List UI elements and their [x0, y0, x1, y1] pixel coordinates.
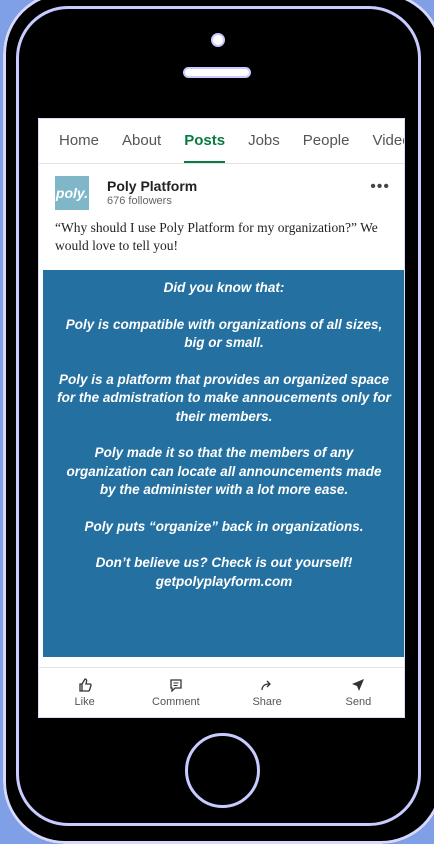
send-icon	[351, 678, 365, 694]
tab-video[interactable]: Video	[372, 119, 404, 163]
tab-jobs[interactable]: Jobs	[248, 119, 280, 163]
tab-home[interactable]: Home	[59, 119, 99, 163]
tab-about[interactable]: About	[122, 119, 161, 163]
organization-name[interactable]: Poly Platform	[107, 178, 197, 194]
post-caption: “Why should I use Poly Platform for my o…	[55, 220, 378, 253]
share-label: Share	[252, 696, 282, 708]
comment-button[interactable]: Comment	[130, 668, 221, 717]
tab-people[interactable]: People	[303, 119, 350, 163]
company-logo[interactable]: poly.	[55, 176, 89, 210]
promo-url: getpolyplayform.com	[155, 573, 293, 589]
promo-line: Poly made it so that the members of any …	[66, 445, 382, 497]
send-label: Send	[345, 696, 372, 708]
post-header: poly. Poly Platform 676 followers •••	[39, 164, 404, 210]
promo-line: Poly is compatible with organizations of…	[65, 316, 383, 351]
promo-image[interactable]: Did you know that: Poly is compatible wi…	[43, 270, 404, 657]
share-button[interactable]: Share	[222, 668, 313, 717]
comment-icon	[169, 678, 183, 694]
speaker-grille	[183, 67, 251, 78]
promo-heading: Did you know that:	[163, 280, 285, 295]
send-button[interactable]: Send	[313, 668, 404, 717]
promo-line: Don’t believe us? Check is out yourself!	[95, 555, 353, 570]
share-icon	[260, 678, 274, 694]
more-options-icon[interactable]: •••	[370, 178, 390, 196]
front-camera	[211, 33, 225, 47]
home-button[interactable]	[185, 733, 260, 808]
phone-screen: Home About Posts Jobs People Video poly.…	[38, 118, 405, 718]
thumbs-up-icon	[78, 678, 92, 694]
like-label: Like	[74, 696, 95, 708]
promo-line: Poly puts “organize” back in organizatio…	[84, 518, 364, 534]
page-tabs: Home About Posts Jobs People Video	[39, 119, 404, 164]
comment-label: Comment	[152, 696, 200, 708]
follower-count: 676 followers	[107, 195, 172, 207]
like-button[interactable]: Like	[39, 668, 130, 717]
tab-posts[interactable]: Posts	[184, 119, 225, 163]
post-actions-bar: Like Comment Share Send	[39, 667, 404, 717]
promo-line: Poly is a platform that provides an orga…	[57, 371, 391, 424]
